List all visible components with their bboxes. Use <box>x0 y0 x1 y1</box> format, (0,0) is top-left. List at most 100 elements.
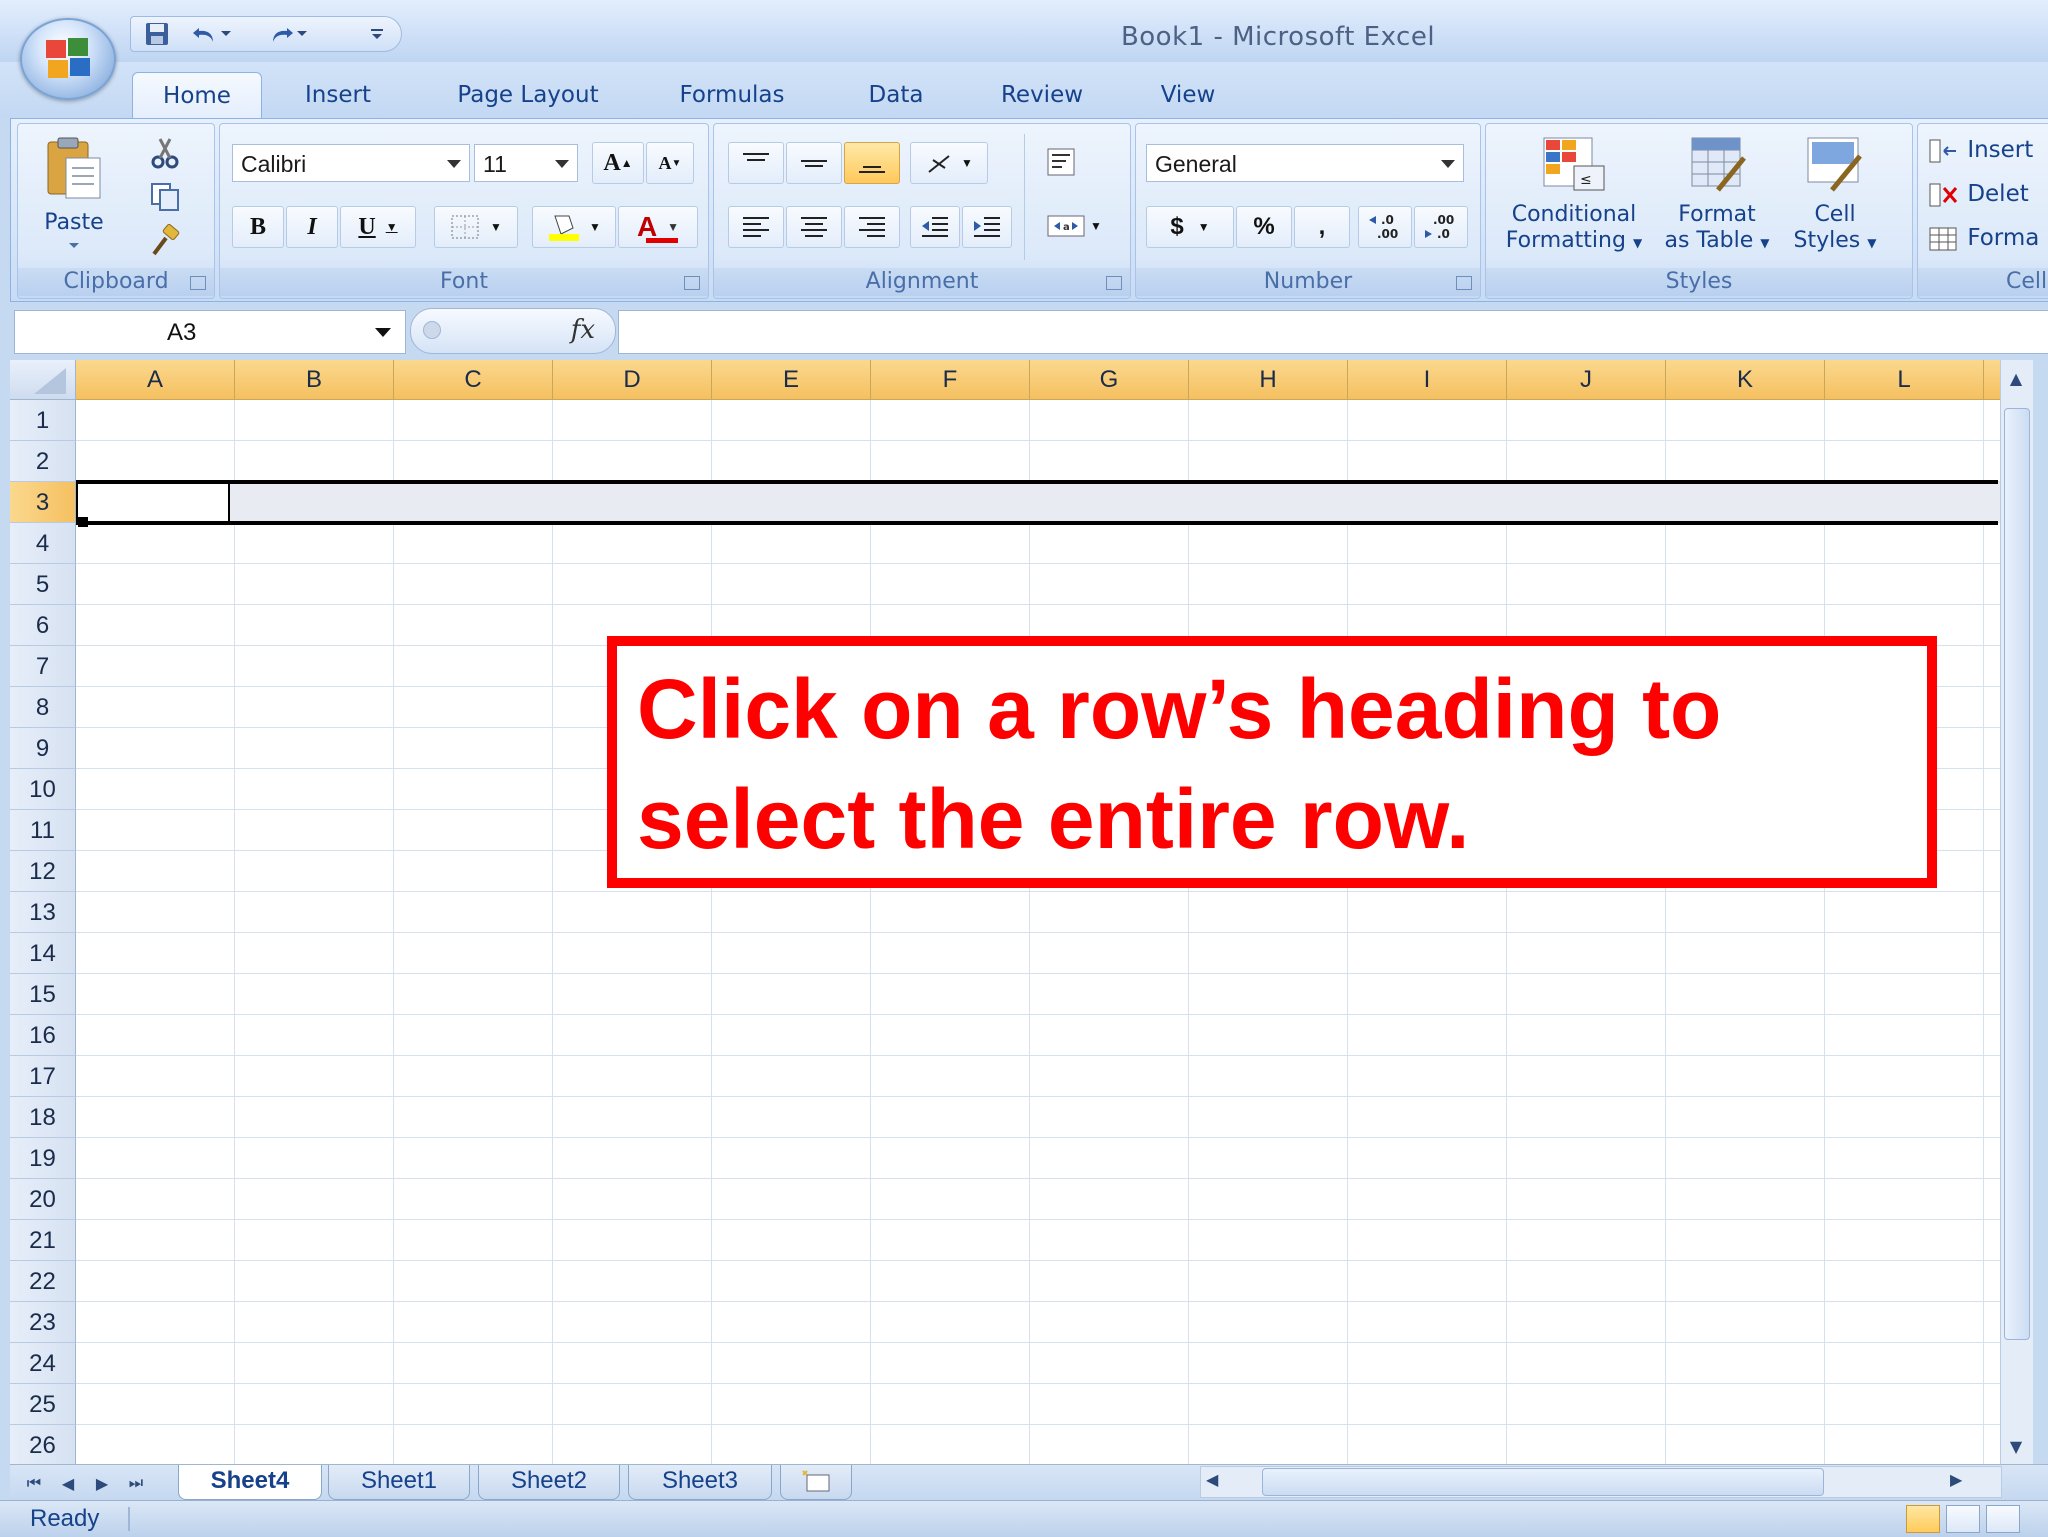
row-header-1[interactable]: 1 <box>10 400 76 441</box>
tab-review[interactable]: Review <box>986 72 1098 118</box>
row-header-23[interactable]: 23 <box>10 1302 76 1343</box>
format-cells-button[interactable]: Forma <box>1928 220 2048 256</box>
column-header-d[interactable]: D <box>553 360 712 400</box>
row-header-17[interactable]: 17 <box>10 1056 76 1097</box>
merge-center-button[interactable]: a ▼ <box>1036 206 1112 246</box>
name-box-dropdown-icon[interactable] <box>375 328 391 337</box>
column-header-i[interactable]: I <box>1348 360 1507 400</box>
font-launcher-icon[interactable] <box>684 276 700 290</box>
row-header-15[interactable]: 15 <box>10 974 76 1015</box>
row-header-8[interactable]: 8 <box>10 687 76 728</box>
column-header-b[interactable]: B <box>235 360 394 400</box>
underline-button[interactable]: U ▼ <box>340 206 416 248</box>
column-header-c[interactable]: C <box>394 360 553 400</box>
tab-formulas[interactable]: Formulas <box>658 72 806 118</box>
insert-cells-button[interactable]: Insert <box>1928 132 2048 168</box>
horizontal-scroll-thumb[interactable] <box>1262 1468 1824 1496</box>
fill-color-button[interactable]: ▼ <box>532 206 616 248</box>
column-header-e[interactable]: E <box>712 360 871 400</box>
column-header-partial[interactable] <box>1984 360 2000 400</box>
office-button[interactable] <box>20 18 116 100</box>
sheet-tab-sheet2[interactable]: Sheet2 <box>478 1465 620 1500</box>
number-format-select[interactable]: General <box>1146 144 1464 182</box>
tab-insert[interactable]: Insert <box>282 72 394 118</box>
column-header-k[interactable]: K <box>1666 360 1825 400</box>
first-sheet-icon[interactable]: ⏮ <box>20 1471 48 1495</box>
row-header-6[interactable]: 6 <box>10 605 76 646</box>
row-header-4[interactable]: 4 <box>10 523 76 564</box>
align-top-button[interactable] <box>728 142 784 184</box>
row-header-22[interactable]: 22 <box>10 1261 76 1302</box>
alignment-launcher-icon[interactable] <box>1106 276 1122 290</box>
paste-button[interactable]: Paste <box>36 132 112 248</box>
increase-indent-button[interactable] <box>962 206 1012 248</box>
fill-handle[interactable] <box>78 517 88 527</box>
normal-view-icon[interactable] <box>1906 1505 1940 1533</box>
formula-expand-handle-icon[interactable] <box>423 321 441 339</box>
column-header-j[interactable]: J <box>1507 360 1666 400</box>
next-sheet-icon[interactable]: ▶ <box>88 1471 116 1495</box>
row-header-9[interactable]: 9 <box>10 728 76 769</box>
vertical-scroll-thumb[interactable] <box>2004 408 2030 1340</box>
shrink-font-button[interactable]: A ▼ <box>646 142 694 184</box>
tab-page-layout[interactable]: Page Layout <box>430 72 626 118</box>
row-header-5[interactable]: 5 <box>10 564 76 605</box>
clipboard-launcher-icon[interactable] <box>190 276 206 290</box>
align-center-button[interactable] <box>786 206 842 248</box>
scroll-left-icon[interactable]: ◀ <box>1206 1470 1218 1489</box>
tab-data[interactable]: Data <box>846 72 946 118</box>
copy-icon[interactable] <box>148 180 188 216</box>
column-header-f[interactable]: F <box>871 360 1030 400</box>
borders-button[interactable]: ▼ <box>434 206 518 248</box>
cell-styles-button[interactable]: Cell Styles ▼ <box>1780 130 1890 260</box>
delete-cells-button[interactable]: Delet <box>1928 176 2048 212</box>
wrap-text-button[interactable] <box>1036 142 1090 182</box>
italic-button[interactable]: I <box>286 206 338 248</box>
tab-view[interactable]: View <box>1140 72 1236 118</box>
row-header-16[interactable]: 16 <box>10 1015 76 1056</box>
row-header-12[interactable]: 12 <box>10 851 76 892</box>
row-header-18[interactable]: 18 <box>10 1097 76 1138</box>
row-header-10[interactable]: 10 <box>10 769 76 810</box>
previous-sheet-icon[interactable]: ◀ <box>54 1471 82 1495</box>
last-sheet-icon[interactable]: ⏭ <box>122 1471 150 1495</box>
row-header-14[interactable]: 14 <box>10 933 76 974</box>
orientation-button[interactable]: ▼ <box>910 142 988 184</box>
row-header-26[interactable]: 26 <box>10 1425 76 1464</box>
row-header-2[interactable]: 2 <box>10 441 76 482</box>
font-family-select[interactable]: Calibri <box>232 144 470 182</box>
grow-font-button[interactable]: A ▲ <box>592 142 644 184</box>
insert-sheet-button[interactable] <box>780 1465 852 1500</box>
insert-function-button[interactable]: fx <box>571 315 595 345</box>
name-box[interactable]: A3 <box>14 310 406 354</box>
increase-decimal-button[interactable]: .0.00 <box>1358 206 1412 248</box>
align-left-button[interactable] <box>728 206 784 248</box>
number-launcher-icon[interactable] <box>1456 276 1472 290</box>
active-cell[interactable] <box>76 482 230 523</box>
tab-home[interactable]: Home <box>132 72 262 119</box>
scroll-up-icon[interactable]: ▲ <box>2006 368 2026 388</box>
bold-button[interactable]: B <box>232 206 284 248</box>
row-header-11[interactable]: 11 <box>10 810 76 851</box>
sheet-tab-sheet4[interactable]: Sheet4 <box>178 1465 322 1500</box>
page-layout-view-icon[interactable] <box>1946 1505 1980 1533</box>
select-all-button[interactable] <box>10 360 76 400</box>
decrease-indent-button[interactable] <box>910 206 960 248</box>
row-header-19[interactable]: 19 <box>10 1138 76 1179</box>
column-header-h[interactable]: H <box>1189 360 1348 400</box>
column-header-l[interactable]: L <box>1825 360 1984 400</box>
align-middle-button[interactable] <box>786 142 842 184</box>
format-painter-icon[interactable] <box>148 223 188 260</box>
percent-button[interactable]: % <box>1236 206 1292 248</box>
row-header-13[interactable]: 13 <box>10 892 76 933</box>
column-header-g[interactable]: G <box>1030 360 1189 400</box>
row-header-25[interactable]: 25 <box>10 1384 76 1425</box>
scroll-down-icon[interactable]: ▼ <box>2006 1436 2026 1456</box>
format-as-table-button[interactable]: Format as Table ▼ <box>1658 130 1776 260</box>
align-bottom-button[interactable] <box>844 142 900 184</box>
row-header-21[interactable]: 21 <box>10 1220 76 1261</box>
formula-input[interactable] <box>618 310 2048 354</box>
worksheet-grid[interactable]: ABCDEFGHIJKL 1 2 3 4 5 6 7 8 9 10 11 12 13 14 15 16 17 18… <box>10 360 2000 1464</box>
cut-icon[interactable] <box>148 136 188 172</box>
sheet-tab-sheet3[interactable]: Sheet3 <box>628 1465 772 1500</box>
